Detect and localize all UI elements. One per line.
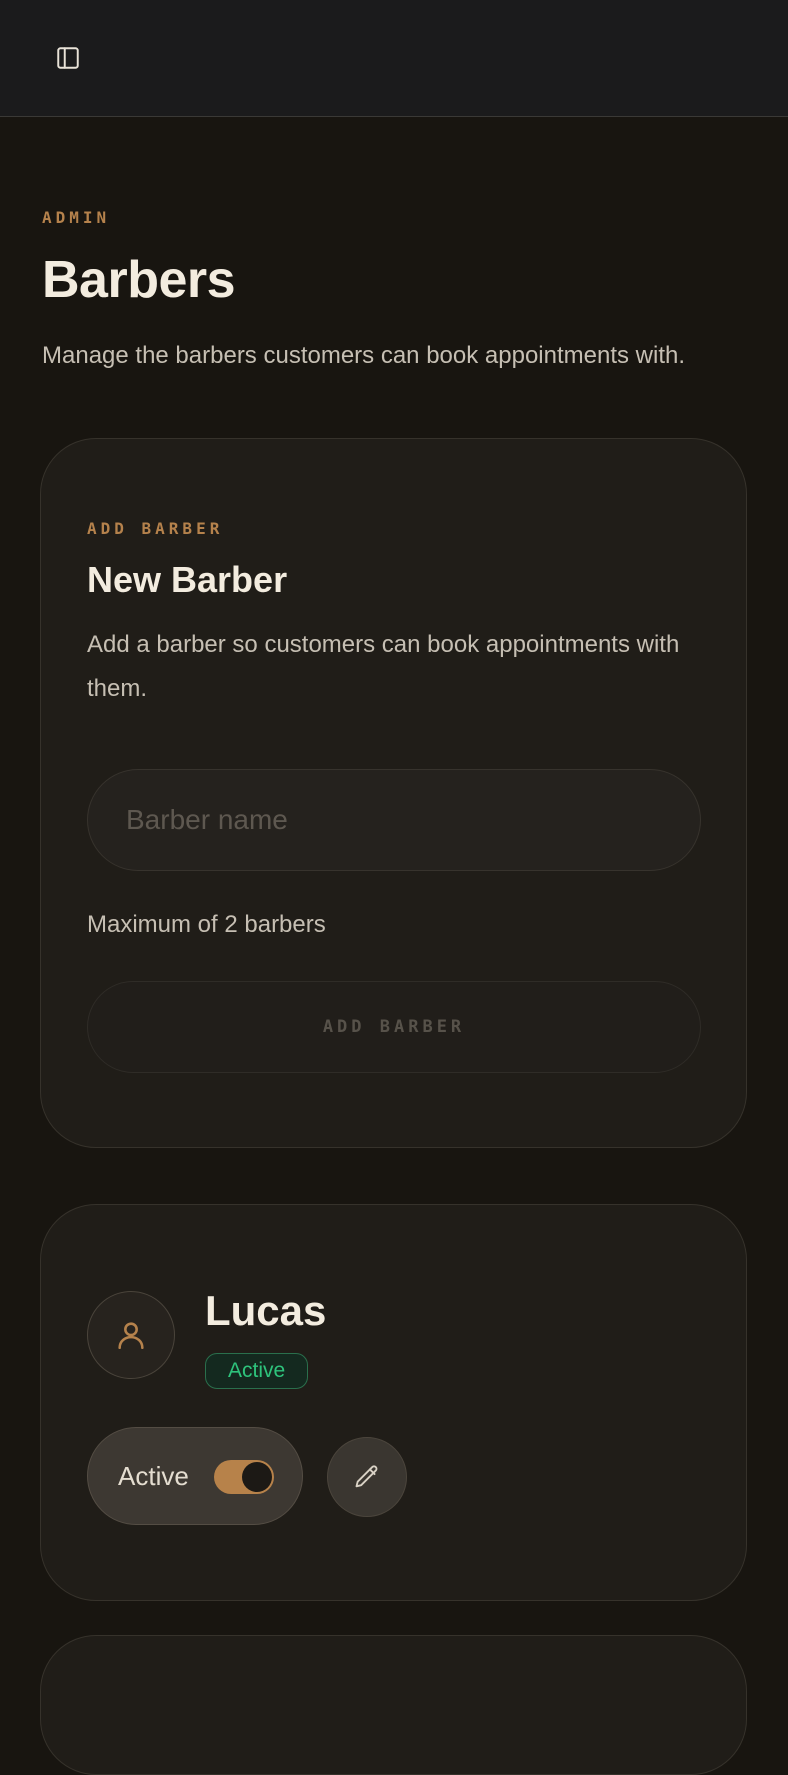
top-bar [0,0,788,117]
status-badge: Active [205,1353,309,1389]
max-barbers-helper: Maximum of 2 barbers [87,911,326,938]
switch-knob [242,1462,272,1492]
page-subtitle: Manage the barbers customers can book ap… [42,342,686,369]
add-barber-card: ADD BARBER New Barber Add a barber so cu… [40,438,747,1148]
add-barber-description: Add a barber so customers can book appoi… [87,631,680,702]
avatar [87,1291,175,1379]
user-icon [118,1322,144,1350]
active-switch[interactable] [214,1460,274,1494]
barber-card [40,1635,747,1775]
add-barber-eyebrow: ADD BARBER [87,519,224,538]
pencil-icon [355,1465,378,1488]
sidebar-panel-icon [57,47,79,69]
page-eyebrow: ADMIN [42,208,111,227]
barber-name: Lucas [205,1287,327,1334]
barber-name-input[interactable] [87,769,701,871]
active-toggle-label: Active [118,1460,189,1491]
barber-card: Lucas Active Active [40,1204,747,1601]
edit-barber-button[interactable] [327,1437,407,1517]
active-toggle[interactable]: Active [87,1427,303,1525]
page-title: Barbers [42,251,236,309]
add-barber-title: New Barber [87,559,288,600]
add-barber-button[interactable]: ADD BARBER [87,981,701,1073]
sidebar-toggle-button[interactable] [48,38,88,78]
